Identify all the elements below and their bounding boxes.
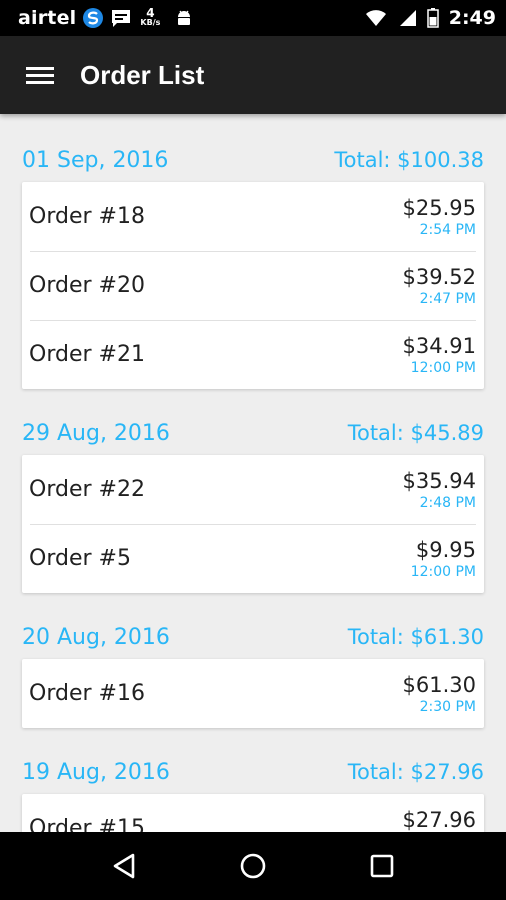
carrier-name: airtel [18,7,77,29]
system-nav-bar [0,832,506,900]
orders-card: Order #22 $35.94 2:48 PM Order #5 $9.95 12:00… [22,455,484,593]
order-list[interactable]: 01 Sep, 2016 Total: $100.38 Order #18 $25.9… [0,114,506,832]
order-name: Order #20 [29,273,145,298]
order-details: $39.52 2:47 PM [403,265,476,307]
order-time: 2:54 PM [419,221,476,238]
orders-card: Order #16 $61.30 2:30 PM [22,659,484,728]
order-name: Order #15 [29,816,145,832]
order-time: 2:30 PM [419,698,476,715]
chat-icon [110,8,132,28]
battery-icon [426,8,439,28]
order-name: Order #21 [29,342,145,367]
group-date: 19 Aug, 2016 [22,760,170,785]
recents-icon[interactable] [352,836,412,896]
order-details: $61.30 2:30 PM [403,673,476,715]
network-speed: 4 KB/s [140,6,161,28]
order-amount: $39.52 [402,264,476,289]
group-total: Total: $45.89 [347,421,484,445]
back-icon[interactable] [94,836,154,896]
date-group-header: 29 Aug, 2016 Total: $45.89 [22,421,484,451]
android-icon [174,8,194,28]
page-title: Order List [80,59,205,90]
status-bar: airtel 4 KB/s 2:49 [0,0,506,36]
network-speed-value: 4 [146,6,155,20]
order-details: $25.95 2:54 PM [403,196,476,238]
order-amount: $25.95 [402,195,476,220]
order-name: Order #22 [29,477,145,502]
group-date: 01 Sep, 2016 [22,148,169,173]
order-amount: $27.96 [402,807,476,832]
order-name: Order #16 [29,681,145,706]
order-date-group: 29 Aug, 2016 Total: $45.89 Order #22 $35.94… [22,421,484,593]
order-details: $9.95 12:00 PM [411,538,476,580]
app-bar: Order List [0,36,506,114]
group-date: 20 Aug, 2016 [22,625,170,650]
order-time: 12:00 PM [410,359,476,376]
order-amount: $9.95 [415,537,476,562]
wifi-icon [365,9,387,27]
date-group-header: 19 Aug, 2016 Total: $27.96 [22,760,484,790]
date-group-header: 01 Sep, 2016 Total: $100.38 [22,148,484,178]
order-name: Order #5 [29,546,131,571]
group-total: Total: $100.38 [334,148,484,172]
order-details: $34.91 12:00 PM [403,334,476,376]
order-date-group: 01 Sep, 2016 Total: $100.38 Order #18 $25.9… [22,148,484,389]
order-name: Order #18 [29,204,145,229]
order-row[interactable]: Order #20 $39.52 2:47 PM [22,251,484,320]
orders-card: Order #15 $27.962:00 PM [22,794,484,832]
group-date: 29 Aug, 2016 [22,421,170,446]
hamburger-menu-icon[interactable] [0,36,80,114]
order-amount: $35.94 [402,468,476,493]
order-date-group: 20 Aug, 2016 Total: $61.30 Order #16 $61.30… [22,625,484,728]
order-details: $27.962:00 PM [403,808,476,833]
order-time: 12:00 PM [410,563,476,580]
orders-card: Order #18 $25.95 2:54 PM Order #20 $39.52 2:4… [22,182,484,389]
order-row[interactable]: Order #21 $34.91 12:00 PM [22,320,484,389]
order-date-group: 19 Aug, 2016 Total: $27.96 Order #15 $27.96… [22,760,484,832]
date-group-header: 20 Aug, 2016 Total: $61.30 [22,625,484,655]
network-speed-unit: KB/s [140,18,161,27]
order-time: 2:48 PM [419,494,476,511]
signal-icon [397,9,417,27]
group-total: Total: $27.96 [347,760,484,784]
order-row[interactable]: Order #5 $9.95 12:00 PM [22,524,484,593]
order-time: 2:47 PM [419,290,476,307]
order-row[interactable]: Order #22 $35.94 2:48 PM [22,455,484,524]
order-row[interactable]: Order #15 $27.962:00 PM [22,794,484,833]
order-amount: $34.91 [402,333,476,358]
group-total: Total: $61.30 [347,625,484,649]
order-row[interactable]: Order #16 $61.30 2:30 PM [22,659,484,728]
clock: 2:49 [448,7,496,29]
order-amount: $61.30 [402,672,476,697]
sync-icon [82,7,104,29]
home-icon[interactable] [223,836,283,896]
order-details: $35.94 2:48 PM [403,469,476,511]
order-row[interactable]: Order #18 $25.95 2:54 PM [22,182,484,251]
